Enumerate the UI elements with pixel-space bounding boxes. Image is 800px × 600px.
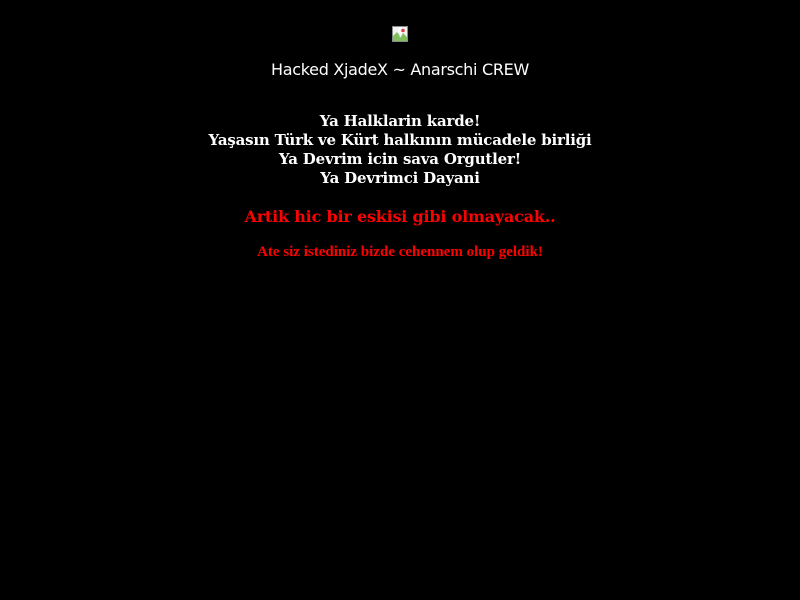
slogan-line: Ya Halklarin karde! xyxy=(319,112,481,130)
defacement-page: Hacked XjadeX ~ Anarschi CREW Ya Halklar… xyxy=(0,0,800,600)
closing-text: Ate siz istediniz bizde cehennem olup ge… xyxy=(257,244,543,260)
slogan-line: Yaşasın Türk ve Kürt halkının mücadele b… xyxy=(208,131,592,149)
slogan-line: Ya Devrimci Dayani xyxy=(320,169,480,187)
warning-text: Artik hic bir eskisi gibi olmayacak.. xyxy=(244,207,556,226)
broken-image-icon xyxy=(392,26,408,42)
page-title: Hacked XjadeX ~ Anarschi CREW xyxy=(271,60,529,79)
slogan-line: Ya Devrim icin sava Orgutler! xyxy=(278,150,522,168)
slogan-block: Ya Halklarin karde! Yaşasın Türk ve Kürt… xyxy=(0,112,800,188)
